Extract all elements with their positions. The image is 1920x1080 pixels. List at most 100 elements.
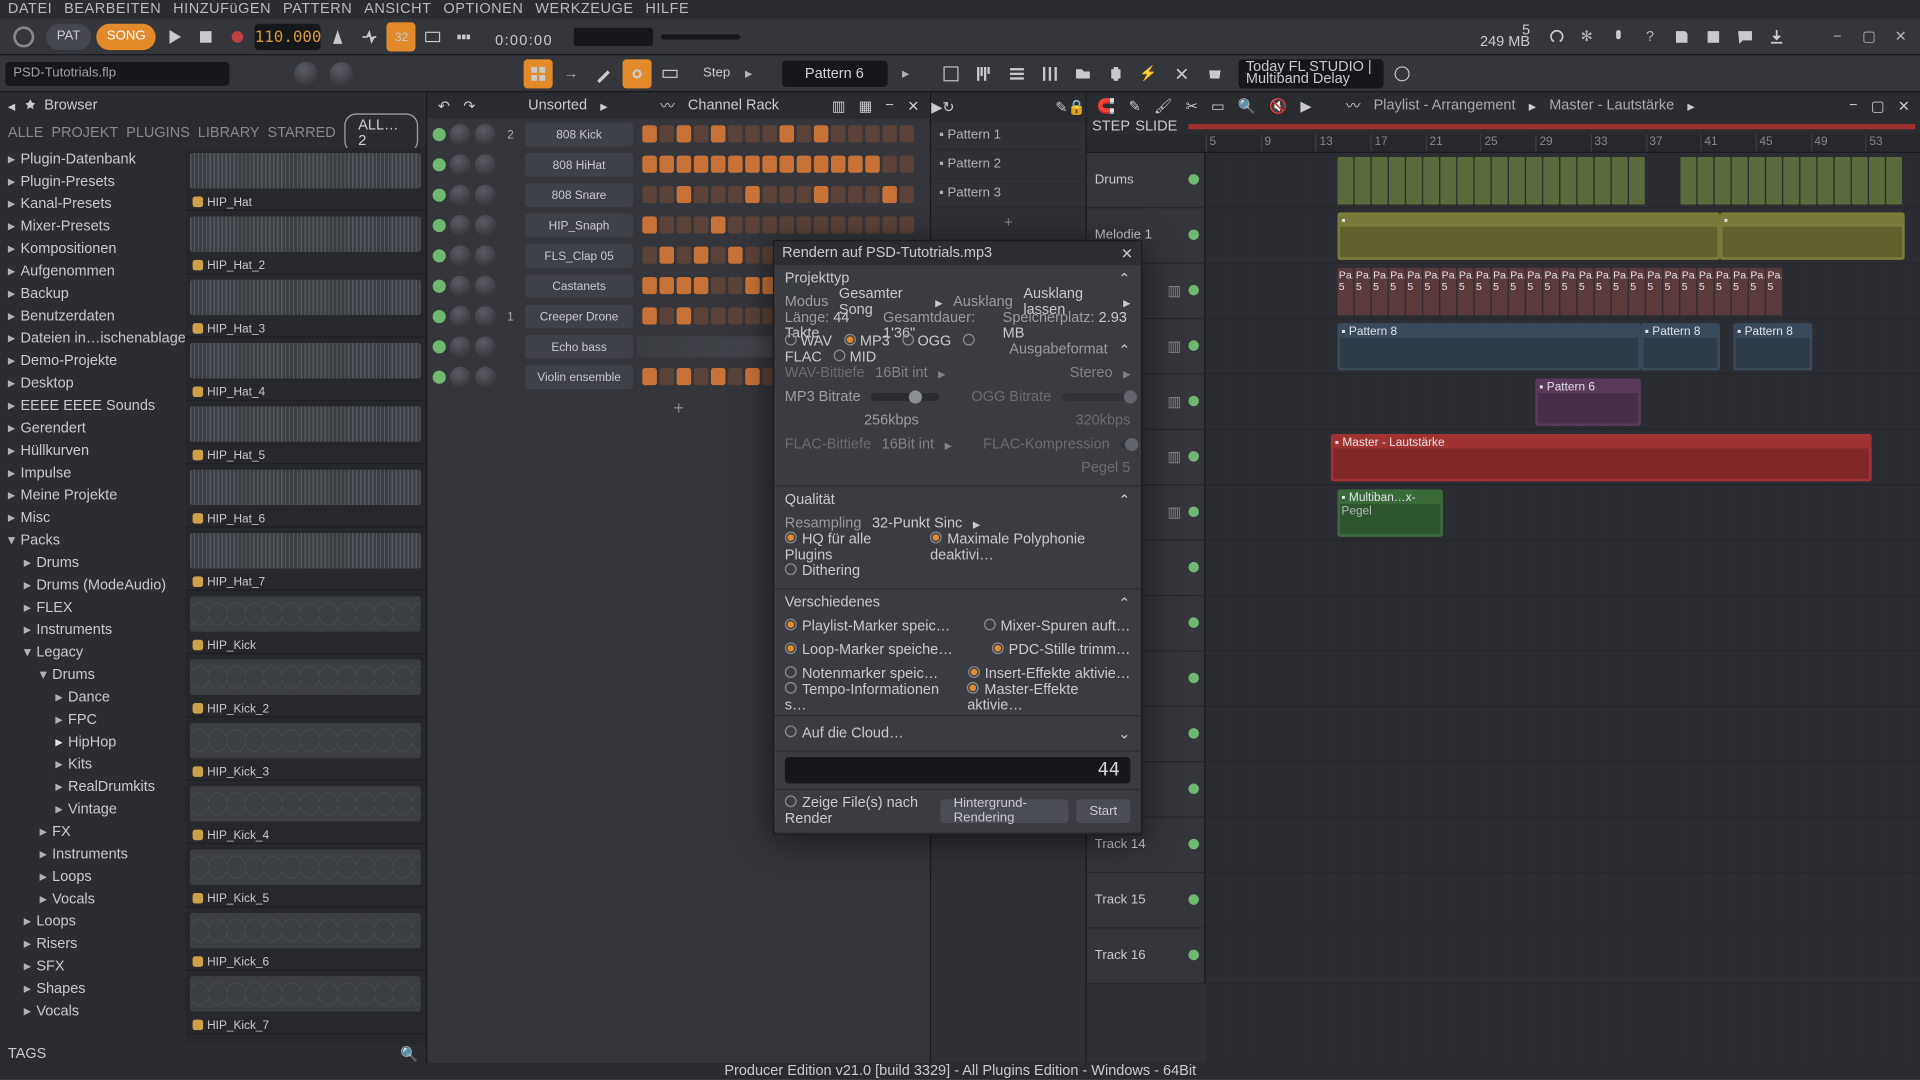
pdc-check[interactable] — [992, 642, 1004, 654]
view-browser-icon[interactable] — [1068, 59, 1097, 88]
step[interactable] — [694, 216, 709, 233]
channel-pan-knob[interactable] — [450, 275, 471, 296]
plist-tool-play-icon[interactable]: ▶ — [1300, 97, 1311, 114]
clip-segment[interactable]: Pa..n 5 — [1337, 268, 1353, 315]
tree-node[interactable]: ▸ Kompositionen — [0, 237, 185, 259]
step[interactable] — [642, 216, 657, 233]
clip-segment[interactable] — [1680, 157, 1696, 204]
step[interactable] — [882, 186, 897, 203]
step[interactable] — [728, 247, 743, 264]
step-edit-icon[interactable] — [450, 22, 479, 51]
step[interactable] — [642, 186, 657, 203]
mixersp-check[interactable] — [983, 619, 995, 631]
step-sequence[interactable] — [637, 186, 925, 203]
step[interactable] — [642, 156, 657, 173]
clip-segment[interactable]: Pa..n 5 — [1663, 268, 1679, 315]
playlist-track[interactable]: ▥▪ Pattern 8▪ Pattern 8▪ Pattern 8 — [1087, 319, 1920, 374]
step[interactable] — [745, 277, 760, 294]
rack-fwd-icon[interactable]: ↷ — [463, 97, 475, 114]
playlist-track[interactable]: ▥▪ Master - Lautstärke — [1087, 430, 1920, 485]
sample-item[interactable]: HIP_Kick — [185, 591, 426, 654]
step[interactable] — [745, 216, 760, 233]
channel-vol-knob[interactable] — [475, 366, 496, 387]
clip-segment[interactable] — [1886, 157, 1902, 204]
step[interactable] — [677, 125, 692, 142]
tree-node[interactable]: ▸ Plugin-Datenbank — [0, 148, 185, 170]
clip-segment[interactable]: Pa..n 5 — [1543, 268, 1559, 315]
step[interactable] — [745, 307, 760, 324]
step[interactable] — [711, 216, 726, 233]
clip-segment[interactable]: Pa..n 5 — [1749, 268, 1765, 315]
chevron-up-icon[interactable]: ⌃ — [1118, 270, 1130, 287]
step[interactable] — [694, 186, 709, 203]
step[interactable] — [831, 125, 846, 142]
stop-button[interactable] — [192, 22, 221, 51]
menu-ansicht[interactable]: ANSICHT — [364, 1, 431, 17]
close-all-icon[interactable] — [1167, 59, 1196, 88]
tree-node[interactable]: ▾ Legacy — [0, 641, 185, 663]
channel-name[interactable]: 808 Snare — [525, 183, 633, 207]
hint-panel-knob[interactable] — [294, 61, 318, 85]
browser-tree[interactable]: ▸ Plugin-Datenbank▸ Plugin-Presets▸ Kana… — [0, 148, 185, 1045]
tempo-display[interactable]: 110.000 — [255, 23, 321, 49]
tab-starred[interactable]: STARRED — [268, 125, 336, 141]
clip-segment[interactable] — [1457, 157, 1473, 204]
channel-row[interactable]: 808 HiHat — [427, 149, 930, 179]
mode-song[interactable]: SONG — [96, 23, 156, 49]
sample-item[interactable]: HIP_Kick_2 — [185, 654, 426, 717]
step[interactable] — [780, 216, 795, 233]
globe-icon[interactable] — [1387, 59, 1416, 88]
tree-node[interactable]: ▸ Shapes — [0, 977, 185, 999]
plist-tool-slice-icon[interactable]: ✂ — [1186, 97, 1198, 114]
step[interactable] — [728, 277, 743, 294]
step[interactable] — [677, 307, 692, 324]
master-volume-slider[interactable] — [661, 34, 740, 39]
tree-node[interactable]: ▸ Benutzerdaten — [0, 305, 185, 327]
clip-segment[interactable] — [1389, 157, 1405, 204]
tab-alle[interactable]: ALLE — [8, 125, 44, 141]
tree-node[interactable]: ▸ Gerendert — [0, 417, 185, 439]
stereo-dropdown-icon[interactable]: ▸ — [1123, 365, 1130, 382]
tree-node[interactable]: ▸ Meine Projekte — [0, 484, 185, 506]
channel-vol-knob[interactable] — [475, 214, 496, 235]
plist-tool-zoom-icon[interactable]: 🔍 — [1238, 97, 1256, 114]
step[interactable] — [814, 216, 829, 233]
step[interactable] — [848, 216, 863, 233]
step[interactable] — [882, 156, 897, 173]
sample-item[interactable]: HIP_Kick_6 — [185, 907, 426, 970]
clip-segment[interactable]: Pa..n 5 — [1612, 268, 1628, 315]
noten-check[interactable] — [785, 666, 797, 678]
clip-segment[interactable]: Pa..n 5 — [1423, 268, 1439, 315]
fmt-mid-radio[interactable] — [834, 350, 846, 362]
step[interactable] — [711, 156, 726, 173]
channel-mute-dot[interactable] — [433, 127, 446, 140]
rack-sort-label[interactable]: Unsorted — [528, 98, 587, 114]
step[interactable] — [745, 186, 760, 203]
channel-name[interactable]: Castanets — [525, 274, 633, 298]
channel-name[interactable]: Echo bass — [525, 334, 633, 358]
channel-row[interactable]: 808 Snare — [427, 179, 930, 209]
step[interactable] — [900, 125, 915, 142]
step[interactable] — [882, 125, 897, 142]
browser-sample-list[interactable]: HIP_HatHIP_Hat_2HIP_Hat_3HIP_Hat_4HIP_Ha… — [185, 148, 426, 1045]
step[interactable] — [831, 156, 846, 173]
news-panel[interactable]: Today FL STUDIO |Multiband Delay — [1238, 59, 1383, 88]
step[interactable] — [694, 307, 709, 324]
menu-bearbeiten[interactable]: BEARBEITEN — [64, 1, 161, 17]
flac-compression-slider[interactable] — [1120, 441, 1130, 449]
step[interactable] — [694, 368, 709, 385]
pattern-item[interactable]: ▪ Pattern 3 — [931, 179, 1085, 208]
mic-icon[interactable] — [1604, 22, 1633, 51]
clip-segment[interactable] — [1423, 157, 1439, 204]
browser-collapse-icon[interactable]: ◂ — [8, 97, 15, 114]
clip-segment[interactable]: Pa..n 5 — [1475, 268, 1491, 315]
picker-paint-icon[interactable]: ✎ — [1055, 98, 1067, 115]
step[interactable] — [660, 277, 675, 294]
menubar[interactable]: DATEI BEARBEITEN HINZUFüGEN PATTERN ANSI… — [0, 0, 1920, 18]
tree-node[interactable]: ▸ EEEE EEEE Sounds — [0, 394, 185, 416]
pattern-item[interactable]: ▪ Pattern 1 — [931, 121, 1085, 150]
step[interactable] — [865, 156, 880, 173]
clip-segment[interactable] — [1749, 157, 1765, 204]
background-render-button[interactable]: Hintergrund-Rendering — [940, 799, 1068, 823]
step[interactable] — [694, 277, 709, 294]
